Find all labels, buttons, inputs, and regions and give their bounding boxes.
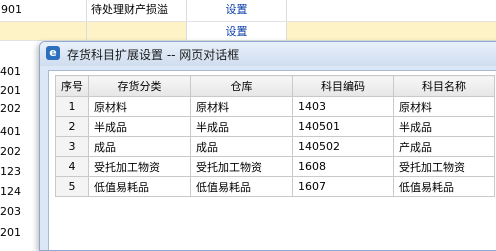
warehouse-cell[interactable]: 低值易耗品 <box>190 176 293 197</box>
inventory-category-cell[interactable]: 原材料 <box>88 96 191 117</box>
row-index: 2 <box>55 116 89 137</box>
inventory-category-cell[interactable]: 低值易耗品 <box>88 176 191 197</box>
bg-code: 201 <box>0 84 21 97</box>
col-header-warehouse[interactable]: 仓库 <box>190 75 293 97</box>
account-code-cell[interactable]: 140501 <box>292 116 394 137</box>
account-name-cell[interactable]: 原材料 <box>393 96 495 117</box>
bg-account-name: 待处理财产损溢 <box>87 0 187 21</box>
bg-code <box>0 22 87 40</box>
bg-code: 124 <box>0 185 21 198</box>
account-name-cell[interactable]: 产成品 <box>393 136 495 157</box>
table-row[interactable]: 2 半成品 半成品 140501 半成品 <box>55 116 495 137</box>
account-code-cell[interactable]: 140502 <box>292 136 394 157</box>
bg-account-name <box>87 22 187 40</box>
bg-settings-link[interactable]: 设置 <box>187 22 287 40</box>
bg-settings-link[interactable]: 设置 <box>187 0 287 21</box>
table-row[interactable]: 3 成品 成品 140502 产成品 <box>55 136 495 157</box>
bg-code: 202 <box>0 102 21 115</box>
bg-code: 202 <box>0 145 21 158</box>
table-row[interactable]: 1 原材料 原材料 1403 原材料 <box>55 96 495 117</box>
warehouse-cell[interactable]: 成品 <box>190 136 293 157</box>
row-index: 3 <box>55 136 89 157</box>
bg-code: 201 <box>0 226 21 239</box>
table-row[interactable]: 4 受托加工物资 受托加工物资 1608 受托加工物资 <box>55 156 495 177</box>
inventory-category-cell[interactable]: 半成品 <box>88 116 191 137</box>
account-extension-table: 序号 存货分类 仓库 科目编码 科目名称 1 原材料 原材料 1403 原材料 … <box>55 75 495 197</box>
bg-code: 203 <box>0 205 21 218</box>
warehouse-cell[interactable]: 原材料 <box>190 96 293 117</box>
col-header-category[interactable]: 存货分类 <box>88 75 191 97</box>
col-header-index[interactable]: 序号 <box>55 75 89 97</box>
col-header-account-code[interactable]: 科目编码 <box>292 75 394 97</box>
row-index: 1 <box>55 96 89 117</box>
account-name-cell[interactable]: 半成品 <box>393 116 495 137</box>
table-row[interactable]: 5 低值易耗品 低值易耗品 1607 低值易耗品 <box>55 176 495 197</box>
dialog-titlebar[interactable]: e 存货科目扩展设置 -- 网页对话框 <box>40 42 496 66</box>
dialog-window: e 存货科目扩展设置 -- 网页对话框 序号 存货分类 仓库 科目编码 科目名称… <box>39 41 496 251</box>
row-index: 5 <box>55 176 89 197</box>
row-index: 4 <box>55 156 89 177</box>
ie-page-icon: e <box>46 46 60 60</box>
bg-row: 901 待处理财产损溢 设置 <box>0 0 496 22</box>
warehouse-cell[interactable]: 受托加工物资 <box>190 156 293 177</box>
account-code-cell[interactable]: 1608 <box>292 156 394 177</box>
bg-code: 123 <box>0 165 21 178</box>
account-name-cell[interactable]: 受托加工物资 <box>393 156 495 177</box>
dialog-content: 序号 存货分类 仓库 科目编码 科目名称 1 原材料 原材料 1403 原材料 … <box>48 70 496 250</box>
account-code-cell[interactable]: 1607 <box>292 176 394 197</box>
bg-code: 401 <box>0 125 21 138</box>
account-name-cell[interactable]: 低值易耗品 <box>393 176 495 197</box>
account-code-cell[interactable]: 1403 <box>292 96 394 117</box>
bg-code: 901 <box>0 0 87 21</box>
col-header-account-name[interactable]: 科目名称 <box>393 75 495 97</box>
bg-code: 401 <box>0 65 21 78</box>
inventory-category-cell[interactable]: 成品 <box>88 136 191 157</box>
table-header-row: 序号 存货分类 仓库 科目编码 科目名称 <box>55 75 495 97</box>
bg-row-selected[interactable]: 设置 <box>0 22 496 41</box>
warehouse-cell[interactable]: 半成品 <box>190 116 293 137</box>
inventory-category-cell[interactable]: 受托加工物资 <box>88 156 191 177</box>
dialog-title: 存货科目扩展设置 -- 网页对话框 <box>67 48 240 62</box>
